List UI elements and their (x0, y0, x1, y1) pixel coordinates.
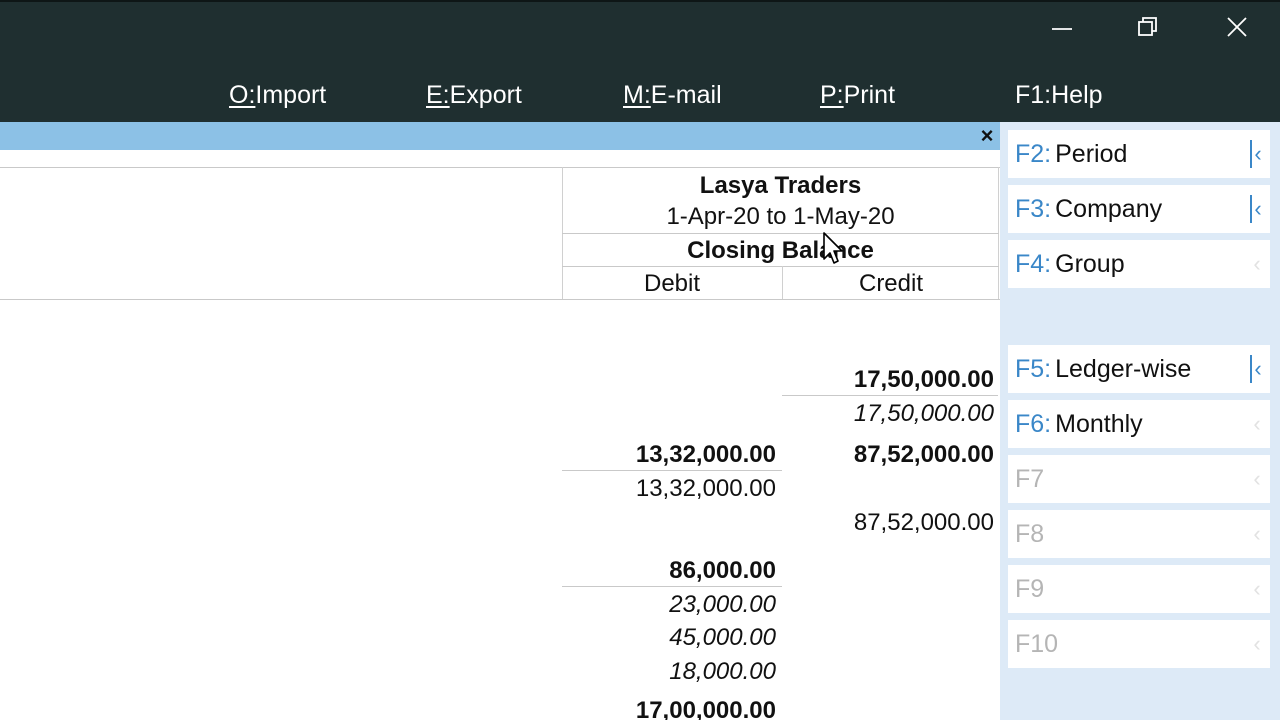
close-icon[interactable] (1220, 12, 1254, 42)
amount-credit: 87,52,000.00 (853, 441, 994, 468)
chevron-left-icon: ‹ (1250, 195, 1264, 223)
import-button[interactable]: O:Import (229, 80, 326, 110)
export-hotkey: E: (426, 81, 450, 109)
title-bar: O:Import E:Export M:E-mail P:Print F1:He… (0, 0, 1280, 122)
print-label: Print (843, 81, 896, 109)
subtotal-rule (562, 586, 782, 587)
f2-label: Period (1055, 139, 1128, 168)
help-hotkey: F1: (1015, 81, 1052, 109)
amount-debit: 13,32,000.00 (635, 441, 776, 468)
amount-debit: 45,000.00 (669, 624, 776, 651)
report-period: 1-Apr-20 to 1-May-20 (666, 203, 895, 230)
f5-label: Ledger-wise (1055, 354, 1192, 383)
f5-key: F5: (1015, 354, 1052, 383)
amount-debit: 86,000.00 (669, 557, 776, 584)
f4-label: Group (1055, 249, 1125, 278)
amount-credit: 17,50,000.00 (853, 366, 994, 393)
amount-debit: 17,00,000.00 (635, 697, 776, 720)
email-hotkey: M: (623, 81, 651, 109)
company-divider (562, 233, 999, 234)
close-report-icon[interactable]: × (976, 124, 998, 148)
f3-key: F3: (1015, 194, 1052, 223)
email-label: E-mail (650, 81, 722, 109)
f6-label: Monthly (1055, 409, 1143, 438)
amount-debit: 23,000.00 (669, 591, 776, 618)
chevron-left-icon: ‹ (1250, 140, 1264, 168)
closing-balance-heading: Closing Balance (687, 237, 874, 264)
import-label: Import (255, 81, 327, 109)
mouse-pointer-icon (823, 232, 843, 264)
chevron-left-icon: ‹ (1253, 411, 1261, 436)
help-button[interactable]: F1:Help (1015, 80, 1103, 110)
f2-period-button[interactable]: F2: Period ‹ (1008, 130, 1270, 178)
print-hotkey: P: (820, 81, 844, 109)
company-name: Lasya Traders (699, 172, 862, 199)
f10-button[interactable]: F10 ‹ (1008, 620, 1270, 668)
f9-key: F9 (1015, 574, 1045, 603)
restore-icon[interactable] (1131, 12, 1165, 42)
chevron-left-icon: ‹ (1253, 576, 1261, 601)
export-button[interactable]: E:Export (426, 80, 522, 110)
tally-report-window: O:Import E:Export M:E-mail P:Print F1:He… (0, 0, 1280, 720)
f8-button[interactable]: F8 ‹ (1008, 510, 1270, 558)
print-button[interactable]: P:Print (820, 80, 895, 110)
chevron-left-icon: ‹ (1253, 251, 1261, 276)
f6-key: F6: (1015, 409, 1052, 438)
f7-key: F7 (1015, 464, 1045, 493)
f5-ledger-wise-button[interactable]: F5: Ledger-wise ‹ (1008, 345, 1270, 393)
amount-debit: 18,000.00 (669, 658, 776, 685)
header-top-divider (0, 167, 1000, 168)
closing-balance-divider (562, 266, 999, 267)
chevron-left-icon: ‹ (1250, 355, 1264, 383)
chevron-left-icon: ‹ (1253, 631, 1261, 656)
credit-column-header: Credit (858, 270, 924, 297)
minimize-icon[interactable] (1045, 12, 1079, 42)
amount-credit: 17,50,000.00 (853, 400, 994, 427)
subtotal-rule (562, 470, 782, 471)
import-hotkey: O: (229, 81, 256, 109)
chevron-left-icon: ‹ (1253, 521, 1261, 546)
subtotal-rule (782, 395, 998, 396)
export-label: Export (449, 81, 522, 109)
header-bottom-divider (0, 299, 1000, 300)
report-title-strip (0, 122, 1000, 150)
f4-key: F4: (1015, 249, 1052, 278)
f3-company-button[interactable]: F3: Company ‹ (1008, 185, 1270, 233)
help-label: Help (1051, 81, 1103, 109)
f3-label: Company (1055, 194, 1163, 223)
debit-column-header: Debit (643, 270, 701, 297)
amount-debit: 13,32,000.00 (635, 475, 776, 502)
f6-monthly-button[interactable]: F6: Monthly ‹ (1008, 400, 1270, 448)
f8-key: F8 (1015, 519, 1045, 548)
report-body: Lasya Traders 1-Apr-20 to 1-May-20 Closi… (0, 150, 1000, 720)
f9-button[interactable]: F9 ‹ (1008, 565, 1270, 613)
f10-key: F10 (1015, 629, 1059, 658)
chevron-left-icon: ‹ (1253, 466, 1261, 491)
amount-credit: 87,52,000.00 (853, 509, 994, 536)
email-button[interactable]: M:E-mail (623, 80, 722, 110)
f4-group-button[interactable]: F4: Group ‹ (1008, 240, 1270, 288)
f7-button[interactable]: F7 ‹ (1008, 455, 1270, 503)
f2-key: F2: (1015, 139, 1052, 168)
